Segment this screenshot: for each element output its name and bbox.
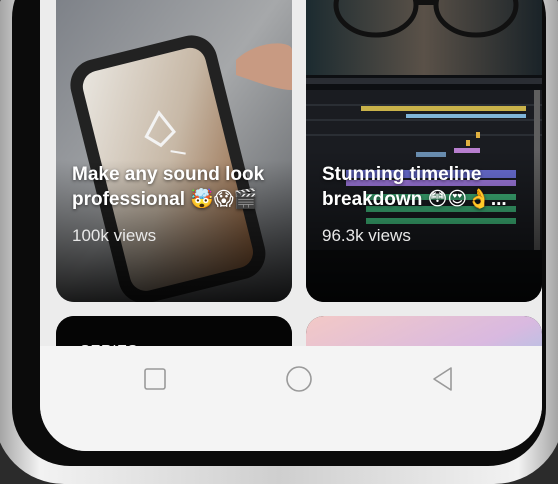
video-card-2[interactable]: Stunning timeline breakdown 😳😍👌... 96.3k… <box>306 0 542 302</box>
android-navigation-bar <box>40 346 542 451</box>
recents-square-icon[interactable] <box>142 366 168 392</box>
video-title: Stunning timeline breakdown 😳😍👌... <box>322 164 507 210</box>
view-count: 100k views <box>72 226 157 245</box>
phone-bezel: Make any sound look professional 🤯😱🎬 100… <box>12 0 546 466</box>
view-count: 96.3k views <box>322 226 411 245</box>
phone-frame: Make any sound look professional 🤯😱🎬 100… <box>0 0 558 484</box>
video-card-1[interactable]: Make any sound look professional 🤯😱🎬 100… <box>56 0 292 302</box>
phone-screen: Make any sound look professional 🤯😱🎬 100… <box>40 0 542 451</box>
video-thumbnail-phone <box>56 0 292 302</box>
video-title: Make any sound look professional 🤯😱🎬 <box>72 164 265 210</box>
video-thumbnail-timeline <box>306 0 542 302</box>
back-triangle-icon[interactable] <box>430 365 456 393</box>
video-feed: Make any sound look professional 🤯😱🎬 100… <box>40 0 542 390</box>
home-circle-icon[interactable] <box>284 364 314 394</box>
